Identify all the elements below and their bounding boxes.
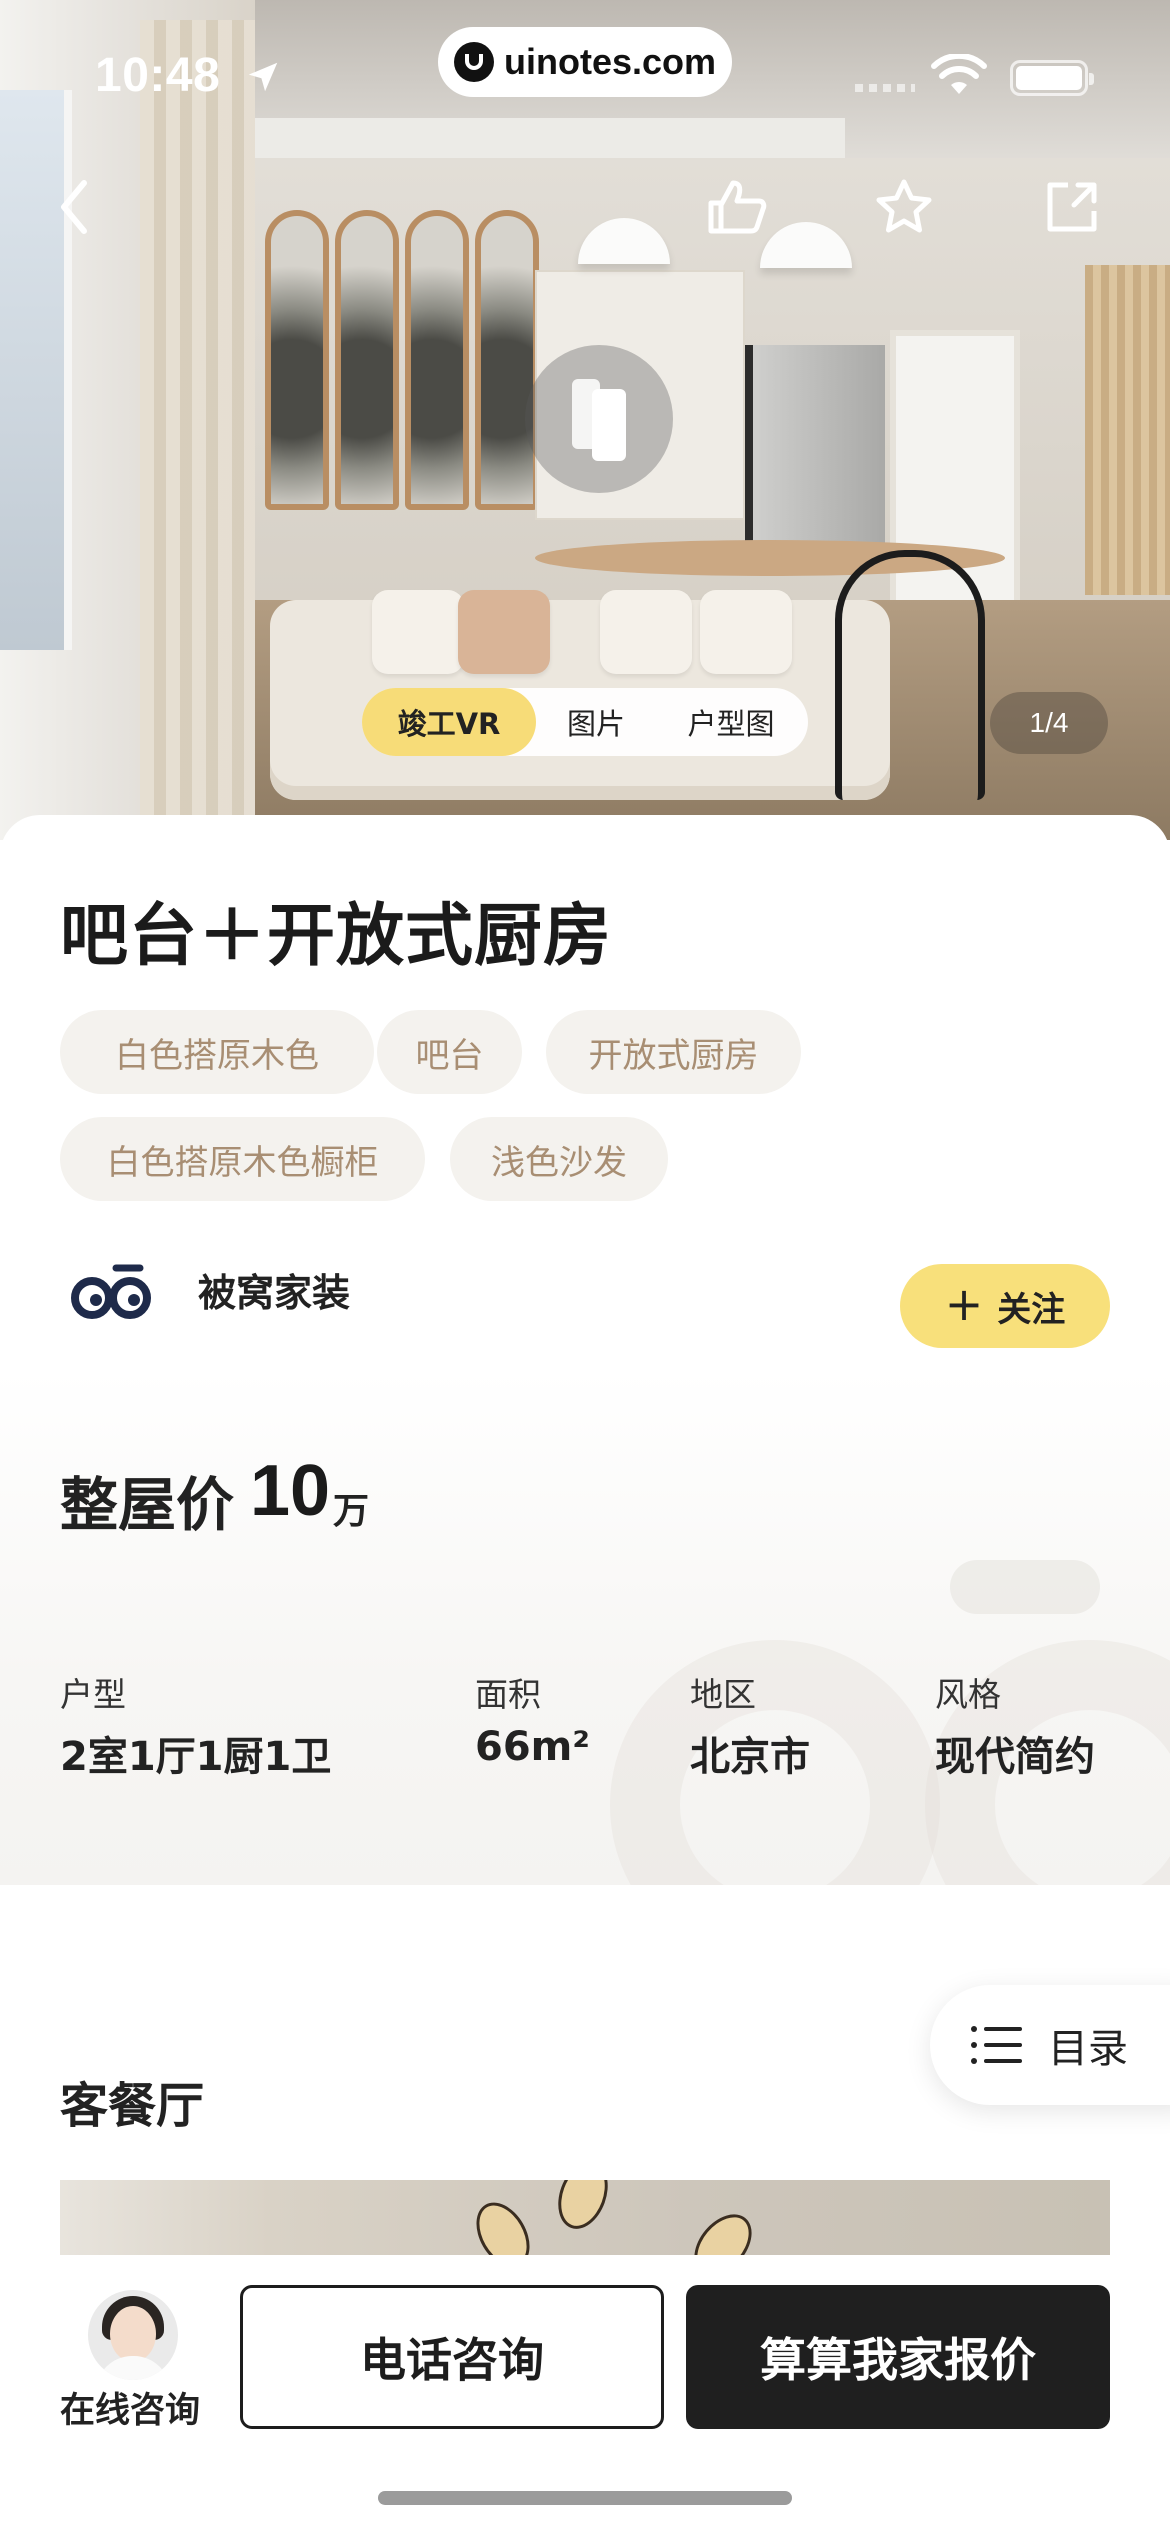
spec-label-style: 风格 [935, 1675, 1001, 1714]
chevron-left-icon [61, 180, 87, 234]
price-label: 整屋价 [60, 1471, 235, 1539]
thumbs-up-icon [708, 180, 767, 234]
media-tabs: 竣工VR 图片 户型图 [362, 688, 808, 756]
scene-window [0, 90, 72, 650]
scene-pillow [600, 590, 692, 674]
tab-photos[interactable]: 图片 [536, 688, 656, 756]
scene-fridge [745, 345, 885, 545]
scene-pillow [372, 590, 464, 674]
consultant-avatar[interactable] [88, 2290, 178, 2380]
scene-screen-panel [265, 210, 329, 510]
plus-icon: + [944, 1277, 984, 1331]
follow-label: 关注 [997, 1289, 1066, 1330]
like-button[interactable] [705, 175, 769, 239]
toc-button[interactable]: 目录 [930, 1985, 1170, 2105]
star-icon [876, 179, 932, 233]
vr-play-button[interactable] [525, 345, 673, 493]
scene-screen-panel [335, 210, 399, 510]
spec-value-region: 北京市 [690, 1734, 810, 1780]
scene-pillow [700, 590, 792, 674]
tag[interactable]: 白色搭原木色橱柜 [60, 1117, 425, 1201]
brand-name[interactable]: 被窝家装 [198, 1262, 350, 1317]
signal-icon [855, 84, 915, 92]
scene-blinds [1085, 265, 1170, 595]
wifi-icon [931, 54, 987, 94]
get-quote-button[interactable]: 算算我家报价 [686, 2285, 1110, 2429]
tag[interactable]: 吧台 [377, 1010, 522, 1094]
tag[interactable]: 白色搭原木色 [60, 1010, 374, 1094]
list-icon [971, 2026, 1022, 2064]
scene-screen-panel [405, 210, 469, 510]
scene-beam [255, 118, 845, 158]
url-text: uinotes.com [504, 41, 717, 82]
image-counter: 1/4 [990, 692, 1108, 754]
spec-label-area: 面积 [475, 1675, 541, 1714]
spec-label-region: 地区 [690, 1675, 756, 1714]
tag[interactable]: 浅色沙发 [450, 1117, 668, 1201]
page-title: 吧台＋开放式厨房 [60, 897, 613, 976]
watermark-logo-icon [950, 1560, 1100, 1614]
follow-button[interactable]: + 关注 [900, 1264, 1110, 1348]
site-logo-icon [454, 42, 494, 82]
spec-value-style: 现代简约 [935, 1734, 1095, 1780]
spec-label-layout: 户型 [60, 1675, 126, 1714]
toc-label: 目录 [1048, 2026, 1128, 2072]
home-indicator[interactable] [378, 2491, 792, 2505]
scene-screen-panel [475, 210, 539, 510]
brand-logo-icon [71, 1264, 151, 1319]
phone-consult-button[interactable]: 电话咨询 [240, 2285, 664, 2429]
tab-vr[interactable]: 竣工VR [362, 688, 536, 756]
price-value: 10 [250, 1451, 331, 1531]
price-unit: 万 [333, 1491, 370, 1532]
tab-floorplan[interactable]: 户型图 [656, 688, 806, 756]
scene-leaf [549, 2180, 617, 2236]
price-info-panel [0, 1370, 1170, 1885]
section-title: 客餐厅 [60, 2078, 205, 2134]
url-pill[interactable]: uinotes.com [438, 27, 732, 97]
scene-pillow [458, 590, 550, 674]
spec-value-layout: 2室1厅1厨1卫 [60, 1734, 332, 1780]
scene-chair [835, 550, 985, 800]
tag[interactable]: 开放式厨房 [546, 1010, 801, 1094]
share-button[interactable] [1040, 175, 1104, 239]
share-icon [1047, 182, 1097, 232]
back-button[interactable] [42, 175, 106, 239]
favorite-button[interactable] [872, 175, 936, 239]
location-arrow-icon [248, 62, 278, 92]
scene-curtain [140, 20, 260, 820]
spec-value-area: 66m² [475, 1724, 590, 1770]
vr-play-icon [572, 379, 626, 461]
status-time: 10:48 [95, 49, 221, 102]
online-consult-label[interactable]: 在线咨询 [60, 2382, 200, 2433]
battery-icon [1010, 60, 1094, 96]
